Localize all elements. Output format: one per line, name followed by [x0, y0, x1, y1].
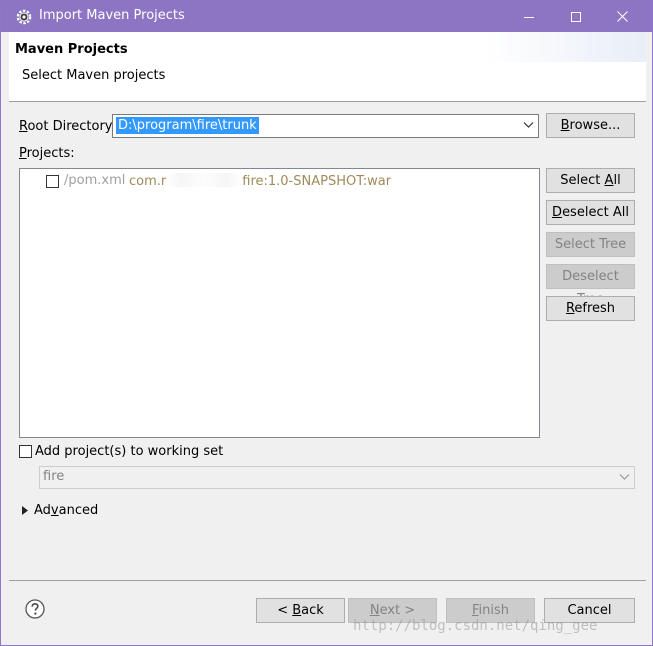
header-decoration	[486, 32, 646, 62]
select-all-button[interactable]: Select All	[546, 168, 635, 193]
minimize-button[interactable]	[506, 1, 552, 32]
import-maven-dialog: Import Maven Projects Maven Projects Sel…	[0, 0, 653, 646]
close-button[interactable]	[599, 1, 645, 32]
close-icon	[616, 11, 628, 22]
page-subtitle: Select Maven projects	[22, 68, 166, 83]
redacted-region	[166, 173, 243, 187]
wizard-header: Maven Projects Select Maven projects	[9, 32, 646, 102]
project-pom-path: /pom.xml	[64, 173, 126, 188]
page-title: Maven Projects	[15, 42, 128, 57]
select-tree-button[interactable]: Select Tree	[546, 232, 635, 257]
wizard-body: Root Directory: D:\program\fire\trunk Br…	[9, 103, 646, 579]
working-set-checkbox[interactable]	[19, 445, 32, 458]
projects-tree[interactable]: /pom.xml com.r fire:1.0-SNAPSHOT:war	[19, 168, 540, 438]
project-gav: com.r fire:1.0-SNAPSHOT:war	[129, 173, 392, 189]
back-button[interactable]: < Back	[256, 598, 345, 623]
maven-gear-icon	[16, 9, 32, 25]
refresh-button[interactable]: Refresh	[546, 296, 635, 321]
help-icon[interactable]	[25, 599, 45, 619]
watermark-text: http://blog.csdn.net/qing_gee	[353, 618, 598, 634]
minimize-icon	[524, 16, 534, 18]
working-set-label[interactable]: Add project(s) to working set	[35, 444, 223, 459]
projects-label: Projects:	[19, 146, 75, 161]
project-checkbox[interactable]	[46, 175, 59, 188]
maximize-icon	[571, 11, 581, 22]
advanced-section-label[interactable]: Advanced	[34, 503, 98, 518]
browse-button[interactable]: Browse...	[546, 113, 635, 138]
title-bar[interactable]: Import Maven Projects	[1, 1, 652, 32]
root-directory-value[interactable]: D:\program\fire\trunk	[116, 117, 259, 134]
chevron-down-icon[interactable]	[523, 121, 534, 129]
window-title: Import Maven Projects	[39, 8, 185, 23]
working-set-value: fire	[43, 469, 65, 484]
root-directory-label: Root Directory:	[19, 119, 116, 134]
root-directory-combo[interactable]: D:\program\fire\trunk	[112, 114, 539, 138]
maximize-button[interactable]	[553, 1, 599, 32]
working-set-combo[interactable]: fire	[39, 466, 635, 489]
deselect-tree-button[interactable]: Deselect Tree	[546, 264, 635, 307]
chevron-down-icon[interactable]	[619, 473, 630, 481]
deselect-all-button[interactable]: Deselect All	[546, 200, 635, 225]
expand-triangle-icon[interactable]	[22, 506, 28, 515]
